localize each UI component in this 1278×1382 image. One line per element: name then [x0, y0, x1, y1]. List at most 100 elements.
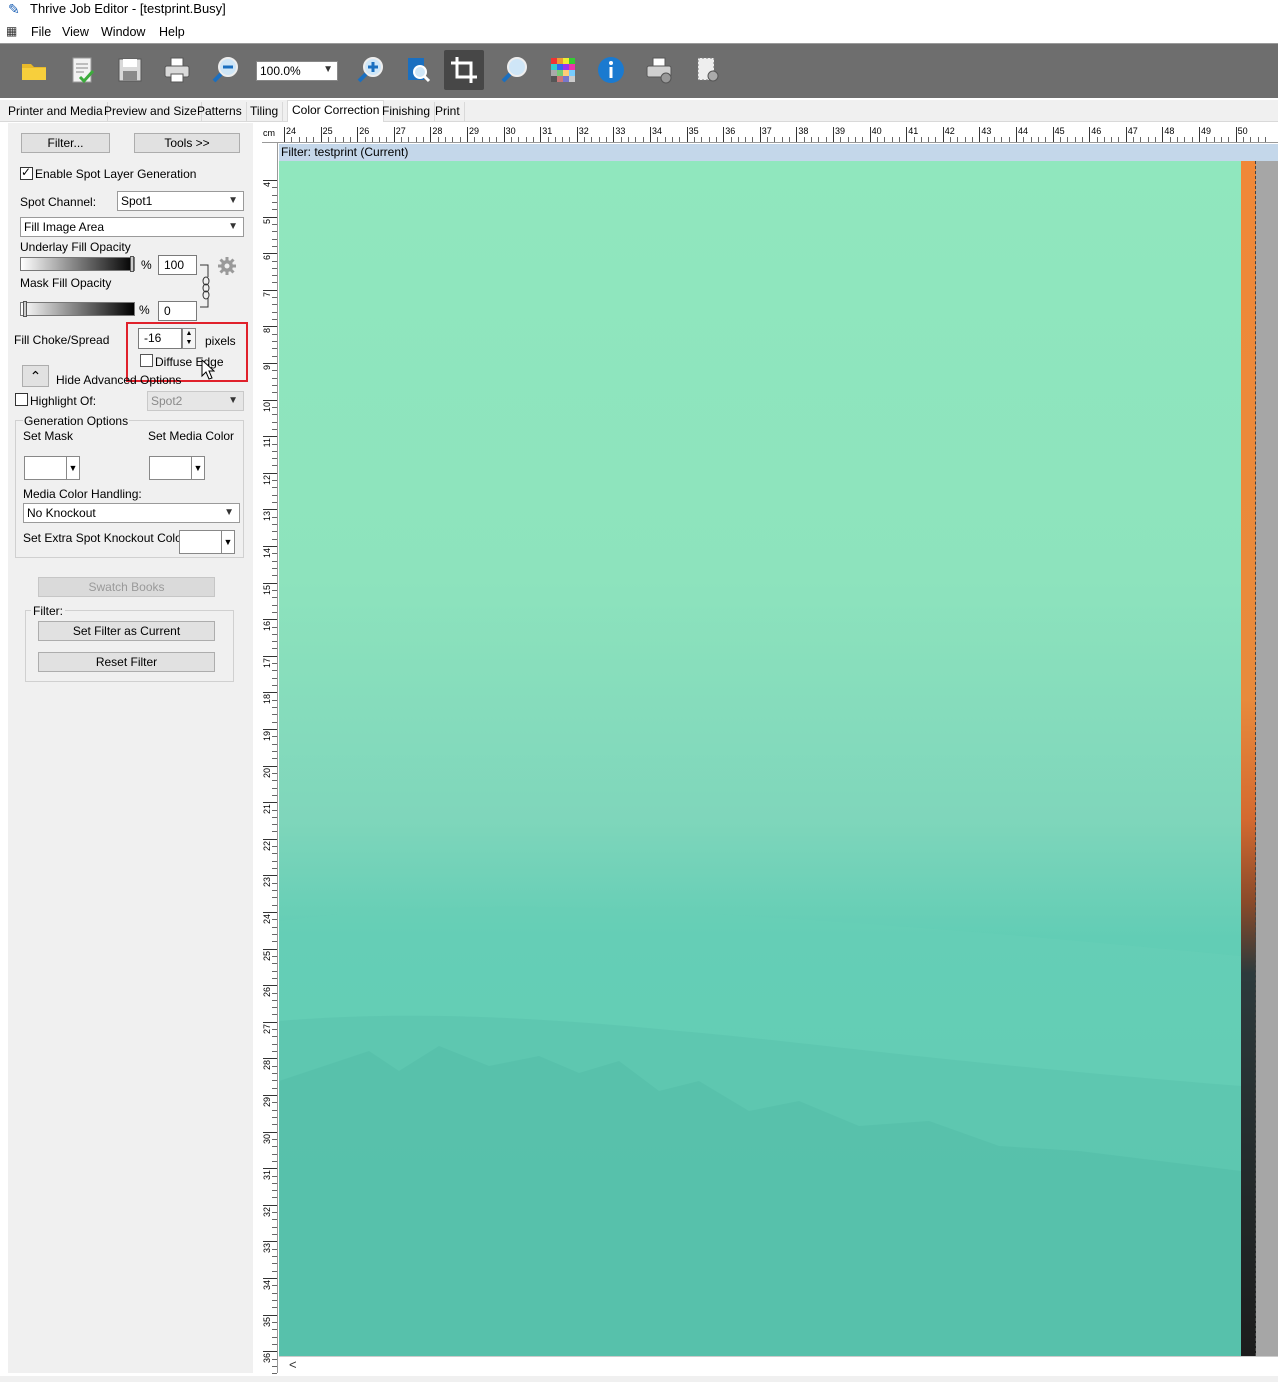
media-color-swatch[interactable] — [149, 456, 192, 480]
ruler-tick — [1016, 127, 1017, 142]
ruler-minor-tick — [781, 137, 783, 142]
system-menu-icon[interactable]: ▦ — [6, 24, 24, 40]
zoom-page-icon[interactable] — [398, 50, 438, 90]
save-icon[interactable] — [110, 50, 150, 90]
highlight-of-checkbox[interactable] — [15, 393, 28, 406]
slider-thumb[interactable] — [23, 301, 27, 317]
ruler-minor-tick — [272, 1234, 277, 1236]
ruler-minor-tick — [272, 1365, 277, 1367]
tab-finishing[interactable]: Finishing — [378, 102, 436, 122]
tab-print[interactable]: Print — [431, 102, 465, 122]
scroll-left-icon[interactable]: < — [289, 1357, 297, 1372]
filter-button[interactable]: Filter... — [21, 133, 110, 153]
printer-settings-icon[interactable] — [639, 50, 679, 90]
ruler-tick — [263, 1314, 277, 1316]
vertical-ruler: 4 5 6 7 8 9 10 11 12 13 14 15 16 17 18 19 20 21 22 23 24 25 26… — [262, 143, 278, 1382]
tools-button[interactable]: Tools >> — [134, 133, 240, 153]
ruler-minor-tick — [1074, 137, 1076, 142]
ruler-minor-tick — [1191, 137, 1193, 142]
ruler-minor-tick — [272, 868, 277, 870]
ruler-minor-tick — [272, 458, 277, 460]
menu-window[interactable]: Window — [101, 25, 145, 39]
chevron-down-icon[interactable]: ▼ — [66, 456, 80, 480]
menu-help[interactable]: Help — [159, 25, 185, 39]
hide-advanced-label[interactable]: Hide Advanced Options — [56, 373, 181, 387]
color-grid-icon[interactable] — [543, 50, 583, 90]
ruler-tick — [263, 1278, 277, 1279]
ruler-minor-tick — [272, 575, 277, 577]
tab-preview-and-size[interactable]: Preview and Size — [100, 102, 202, 122]
ruler-tick — [263, 948, 277, 950]
ruler-label: 29 — [469, 126, 480, 136]
ruler-minor-tick — [569, 137, 571, 142]
ruler-minor-tick — [459, 137, 461, 142]
spot-channel-label: Spot Channel: — [20, 195, 97, 209]
chevron-down-icon[interactable]: ▼ — [191, 456, 205, 480]
print-icon[interactable] — [157, 50, 197, 90]
page-setup-icon[interactable] — [687, 50, 727, 90]
ruler-minor-tick — [862, 137, 864, 142]
ruler-tick — [430, 127, 432, 142]
checklist-icon[interactable] — [62, 50, 102, 90]
status-strip — [0, 1376, 1278, 1382]
ruler-minor-tick — [272, 1336, 277, 1338]
mask-opacity-input[interactable]: 0 — [158, 301, 197, 321]
tab-printer-and-media[interactable]: Printer and Media — [4, 102, 108, 122]
chevron-up-icon[interactable]: ⌃ — [22, 365, 49, 387]
slider-thumb[interactable] — [130, 256, 134, 272]
zoom-combobox[interactable]: 100.0% ▼ — [256, 61, 338, 81]
gear-icon[interactable] — [217, 256, 237, 276]
image-preview[interactable] — [279, 161, 1241, 1356]
tab-tiling[interactable]: Tiling — [246, 102, 284, 122]
enable-spot-checkbox[interactable] — [20, 165, 33, 180]
ruler-minor-tick — [272, 933, 277, 935]
title-bar: ✎ Thrive Job Editor - [testprint.Busy] — [0, 0, 1278, 20]
menu-file[interactable]: File — [31, 25, 51, 39]
chevron-down-icon[interactable]: ▼ — [221, 530, 235, 554]
ruler-label: 47 — [1127, 126, 1138, 136]
magnifier-icon[interactable] — [495, 50, 535, 90]
info-icon[interactable] — [591, 50, 631, 90]
swatch-books-button[interactable]: Swatch Books — [38, 577, 215, 597]
spot-channel-select[interactable]: Spot1 ▼ — [117, 191, 244, 211]
ruler-minor-tick — [272, 707, 277, 709]
tab-color-correction[interactable]: Color Correction — [287, 100, 385, 122]
underlay-opacity-input[interactable]: 100 — [158, 255, 197, 275]
open-folder-icon[interactable] — [14, 50, 54, 90]
zoom-in-icon[interactable] — [351, 50, 391, 90]
ruler-label: 10 — [262, 401, 272, 412]
zoom-out-icon[interactable] — [206, 50, 246, 90]
underlay-opacity-slider[interactable] — [20, 256, 135, 272]
horizontal-scrollbar[interactable]: < — [279, 1356, 1278, 1373]
ruler-minor-tick — [272, 736, 277, 738]
ruler-minor-tick — [1037, 137, 1039, 142]
media-color-handling-label: Media Color Handling: — [23, 487, 142, 501]
chevron-down-icon[interactable]: ▼ — [323, 64, 333, 75]
link-chain-icon[interactable] — [198, 264, 212, 309]
ruler-minor-tick — [272, 1219, 277, 1221]
set-filter-current-button[interactable]: Set Filter as Current — [38, 621, 215, 641]
ruler-minor-tick — [445, 137, 447, 142]
mask-opacity-slider[interactable] — [20, 301, 135, 317]
tab-patterns[interactable]: Patterns — [193, 102, 247, 122]
ruler-minor-tick — [272, 641, 277, 643]
ruler-minor-tick — [1184, 137, 1186, 142]
fill-choke-label: Fill Choke/Spread — [14, 333, 110, 347]
ruler-minor-tick — [525, 137, 527, 142]
ruler-minor-tick — [342, 137, 344, 142]
ruler-minor-tick — [272, 1138, 277, 1140]
mask-color-swatch[interactable] — [24, 456, 67, 480]
ruler-minor-tick — [272, 977, 277, 979]
ruler-minor-tick — [825, 137, 827, 142]
fill-mode-select[interactable]: Fill Image Area ▼ — [20, 217, 244, 237]
menu-view[interactable]: View — [62, 25, 89, 39]
reset-filter-button[interactable]: Reset Filter — [38, 652, 215, 672]
ruler-minor-tick — [1133, 137, 1135, 142]
highlight-spot-select[interactable]: Spot2 ▼ — [147, 391, 244, 411]
media-color-handling-select[interactable]: No Knockout ▼ — [23, 503, 240, 523]
ruler-minor-tick — [423, 137, 425, 142]
ruler-label: 26 — [262, 987, 272, 998]
ruler-label: 17 — [262, 657, 272, 668]
extra-spot-color-swatch[interactable] — [179, 530, 222, 554]
crop-icon[interactable] — [444, 50, 484, 90]
